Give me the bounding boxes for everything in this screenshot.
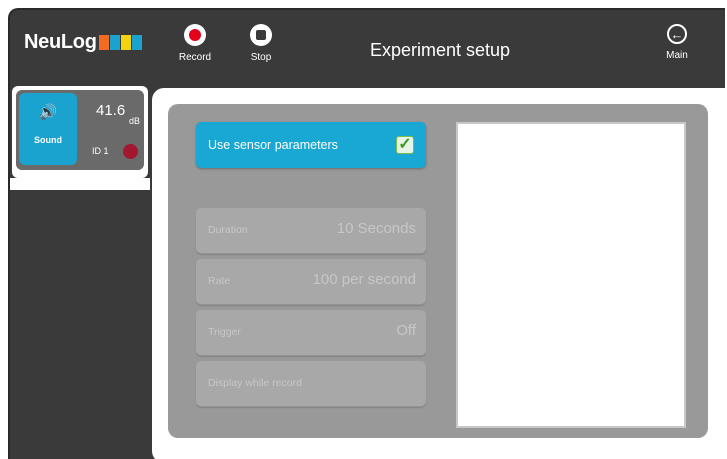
logo-text: NeuLog bbox=[24, 31, 97, 53]
trigger-field[interactable]: Trigger Off bbox=[196, 310, 426, 356]
duration-value: 10 Seconds bbox=[336, 220, 416, 237]
display-while-record-label: Display while record bbox=[208, 377, 302, 389]
stop-label: Stop bbox=[250, 52, 272, 63]
main-label: Main bbox=[666, 50, 688, 61]
sensor-panel: 🔊 Sound 41.6 dB ID 1 bbox=[12, 86, 148, 178]
record-icon bbox=[184, 24, 206, 46]
speaker-icon: 🔊 bbox=[38, 104, 58, 121]
sensor-module[interactable]: 🔊 Sound 41.6 dB ID 1 bbox=[16, 90, 144, 170]
record-button[interactable]: Record bbox=[170, 24, 220, 63]
logo-blocks-icon bbox=[98, 35, 143, 50]
stop-button[interactable]: Stop bbox=[236, 24, 286, 63]
rate-value: 100 per second bbox=[312, 271, 416, 288]
page-title: Experiment setup bbox=[369, 40, 511, 60]
use-sensor-parameters-button[interactable]: Use sensor parameters ✓ bbox=[196, 122, 426, 168]
trigger-label: Trigger bbox=[208, 326, 241, 338]
use-sensor-parameters-label: Use sensor parameters bbox=[208, 138, 338, 152]
checkmark-icon[interactable]: ✓ bbox=[396, 136, 414, 154]
setup-panel: Use sensor parameters ✓ Duration 10 Seco… bbox=[168, 104, 708, 438]
rate-field[interactable]: Rate 100 per second bbox=[196, 259, 426, 305]
main-content: Use sensor parameters ✓ Duration 10 Seco… bbox=[152, 88, 725, 459]
sidebar-divider bbox=[10, 178, 150, 190]
preview-area bbox=[456, 122, 686, 428]
display-while-record-field[interactable]: Display while record bbox=[196, 361, 426, 407]
duration-field[interactable]: Duration 10 Seconds bbox=[196, 208, 426, 254]
sidebar-empty-area bbox=[14, 190, 150, 459]
top-toolbar: NeuLog Record Stop Experiment setup ← Ma… bbox=[10, 10, 725, 88]
app-window: NeuLog Record Stop Experiment setup ← Ma… bbox=[8, 8, 725, 459]
sensor-unit: dB bbox=[128, 116, 140, 126]
sensor-tile[interactable]: 🔊 Sound bbox=[19, 93, 77, 165]
back-arrow-icon: ← bbox=[667, 24, 687, 44]
sensor-value: 41.6 bbox=[96, 102, 126, 119]
rate-label: Rate bbox=[208, 275, 231, 287]
record-label: Record bbox=[178, 52, 212, 63]
sensor-status-indicator bbox=[123, 144, 138, 159]
trigger-value: Off bbox=[396, 322, 416, 339]
duration-label: Duration bbox=[208, 224, 248, 236]
sensor-name: Sound bbox=[34, 135, 62, 145]
neulog-logo: NeuLog bbox=[24, 31, 143, 54]
stop-icon bbox=[250, 24, 272, 46]
main-button[interactable]: ← Main bbox=[652, 24, 702, 61]
sensor-id: ID 1 bbox=[92, 146, 109, 156]
